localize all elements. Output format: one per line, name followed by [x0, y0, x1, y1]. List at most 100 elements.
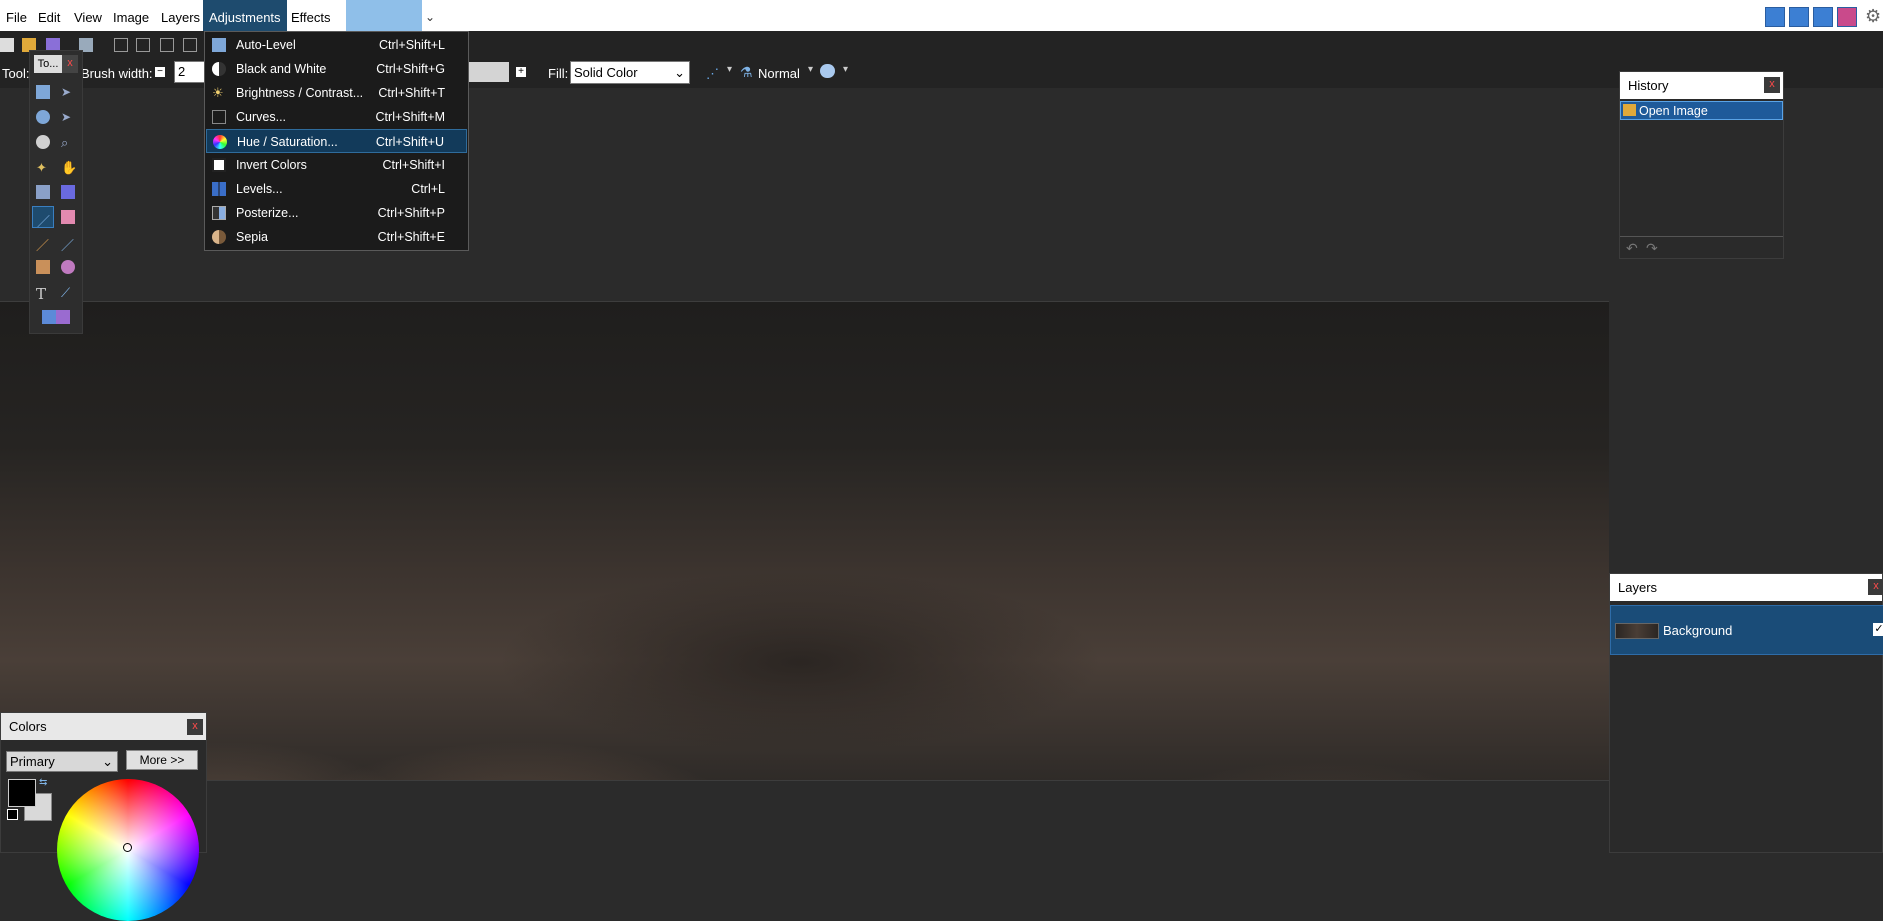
history-close-button[interactable]: x — [1764, 77, 1780, 93]
menu-layers[interactable]: Layers — [155, 0, 206, 31]
colors-toggle-icon[interactable] — [1837, 7, 1857, 27]
color-mode-select[interactable]: Primary ⌄ — [6, 751, 118, 772]
colors-close-button[interactable]: x — [187, 719, 203, 735]
menu-item-shortcut: Ctrl+Shift+U — [375, 135, 444, 149]
menu-item-black-and-white[interactable]: Black and White Ctrl+Shift+G — [206, 57, 467, 81]
crop-icon[interactable] — [183, 38, 197, 52]
rectangle-select-tool[interactable] — [32, 81, 54, 103]
paint-bucket-tool[interactable] — [32, 181, 54, 203]
blend-mode-dropdown-icon[interactable]: ▾ — [808, 64, 813, 75]
antialias-icon[interactable]: ⋰ — [706, 66, 719, 82]
layers-close-button[interactable]: x — [1868, 579, 1883, 595]
fill-select[interactable]: Solid Color ⌄ — [570, 61, 690, 84]
ellipse-select-icon — [36, 135, 50, 149]
menu-effects[interactable]: Effects — [285, 0, 337, 31]
text-icon: T — [36, 285, 47, 303]
menu-item-label: Hue / Saturation... — [237, 135, 338, 149]
selection-mode-dropdown-icon[interactable]: ▾ — [843, 64, 848, 75]
menu-edit[interactable]: Edit — [32, 0, 66, 31]
tools-panel-close-button[interactable]: x — [62, 55, 78, 73]
menu-item-sepia[interactable]: Sepia Ctrl+Shift+E — [206, 225, 467, 249]
magic-wand-tool[interactable]: ✦ — [32, 156, 54, 178]
menu-item-invert-colors[interactable]: Invert Colors Ctrl+Shift+I — [206, 153, 467, 177]
menu-item-label: Curves... — [236, 110, 287, 124]
menu-item-label: Invert Colors — [236, 158, 307, 172]
settings-gear-icon[interactable]: ⚙ — [1865, 6, 1881, 27]
recolor-tool[interactable] — [57, 256, 79, 278]
layers-toggle-icon[interactable] — [1813, 7, 1833, 27]
image-tab-thumbnail[interactable] — [346, 0, 422, 31]
redo-icon[interactable]: ↷ — [1646, 240, 1658, 257]
swap-colors-icon[interactable]: ⇆ — [39, 777, 47, 788]
menu-item-curves[interactable]: Curves... Ctrl+Shift+M — [206, 105, 467, 129]
zoom-tool[interactable]: ⌕ — [57, 131, 79, 153]
gradient-icon — [61, 185, 75, 199]
cut-icon[interactable] — [114, 38, 128, 52]
layers-panel-title[interactable]: Layers — [1610, 574, 1882, 601]
gradient-tool[interactable] — [57, 181, 79, 203]
menu-item-posterize[interactable]: Posterize... Ctrl+Shift+P — [206, 201, 467, 225]
line-curve-tool[interactable]: ⟋ — [57, 281, 79, 303]
menu-item-auto-level[interactable]: Auto-Level Ctrl+Shift+L — [206, 33, 467, 57]
eraser-icon — [61, 210, 75, 224]
menu-item-shortcut: Ctrl+Shift+M — [375, 110, 445, 124]
menu-item-shortcut: Ctrl+Shift+E — [377, 230, 445, 244]
paintbrush-tool[interactable]: ／ — [32, 206, 54, 229]
increase-button[interactable]: + — [516, 67, 526, 77]
image-canvas[interactable] — [0, 301, 1609, 781]
menu-item-brightness-contrast[interactable]: ☀ Brightness / Contrast... Ctrl+Shift+T — [206, 81, 467, 105]
lasso-select-tool[interactable] — [32, 106, 54, 128]
shapes-icon — [42, 310, 70, 324]
menu-adjustments[interactable]: Adjustments — [203, 0, 287, 31]
selection-mode-icon[interactable] — [820, 64, 835, 78]
menu-item-levels[interactable]: Levels... Ctrl+L — [206, 177, 467, 201]
antialias-dropdown-icon[interactable]: ▾ — [727, 64, 732, 75]
line-curve-icon: ⟋ — [61, 285, 71, 300]
tools-toggle-icon[interactable] — [1765, 7, 1785, 27]
blend-mode-value[interactable]: Normal — [758, 66, 800, 81]
paste-icon[interactable] — [160, 38, 174, 52]
pencil-tool[interactable]: ／ — [32, 231, 54, 253]
menu-item-shortcut: Ctrl+Shift+L — [378, 38, 445, 52]
tools-panel: To... x ➤ ➤ ⌕ ✦ ✋ ／ ／ ／ T ⟋ — [29, 50, 83, 334]
menu-image[interactable]: Image — [107, 0, 155, 31]
menu-bar: File Edit View Image Layers Adjustments … — [0, 0, 1883, 31]
undo-icon[interactable]: ↶ — [1626, 240, 1638, 257]
history-panel-title[interactable]: History — [1620, 72, 1783, 99]
layer-thumbnail — [1615, 623, 1659, 639]
adjustments-menu: Auto-Level Ctrl+Shift+L Black and White … — [204, 31, 469, 251]
primary-color-swatch[interactable] — [8, 779, 36, 807]
clone-stamp-icon — [36, 260, 50, 274]
pan-tool[interactable]: ✋ — [57, 156, 79, 178]
brush-width-label: Brush width: — [81, 66, 153, 81]
blend-mode-icon: ⚗ — [740, 64, 753, 80]
tools-panel-title[interactable]: To... — [34, 55, 62, 73]
tab-list-chevron-icon[interactable]: ⌄ — [425, 10, 435, 24]
brush-width-decrease-button[interactable]: − — [155, 67, 165, 77]
layer-row[interactable]: Background ✓ — [1610, 605, 1883, 655]
copy-icon[interactable] — [136, 38, 150, 52]
shapes-tool[interactable] — [32, 306, 79, 328]
new-file-icon[interactable] — [0, 38, 14, 52]
brush-width-input[interactable]: 2 — [174, 61, 206, 83]
color-wheel-marker[interactable] — [123, 843, 132, 852]
color-picker-tool[interactable]: ／ — [57, 231, 79, 253]
menu-view[interactable]: View — [68, 0, 108, 31]
layers-panel: Layers x Background ✓ — [1609, 573, 1883, 853]
menu-item-hue-saturation[interactable]: Hue / Saturation... Ctrl+Shift+U — [206, 129, 467, 153]
layer-visibility-checkbox[interactable]: ✓ — [1873, 623, 1883, 636]
history-item[interactable]: Open Image — [1620, 101, 1783, 120]
clone-stamp-tool[interactable] — [32, 256, 54, 278]
ellipse-select-tool[interactable] — [32, 131, 54, 153]
move-selected-tool[interactable]: ➤ — [57, 81, 79, 103]
text-tool[interactable]: T — [32, 281, 54, 303]
colors-panel-title[interactable]: Colors — [1, 713, 206, 740]
hardness-slider[interactable] — [469, 62, 509, 82]
move-arrow-icon: ➤ — [61, 85, 72, 99]
more-button[interactable]: More >> — [126, 750, 198, 770]
history-toggle-icon[interactable] — [1789, 7, 1809, 27]
move-selection-tool[interactable]: ➤ — [57, 106, 79, 128]
reset-colors-icon[interactable] — [7, 809, 18, 820]
menu-file[interactable]: File — [0, 0, 33, 31]
eraser-tool[interactable] — [57, 206, 79, 228]
